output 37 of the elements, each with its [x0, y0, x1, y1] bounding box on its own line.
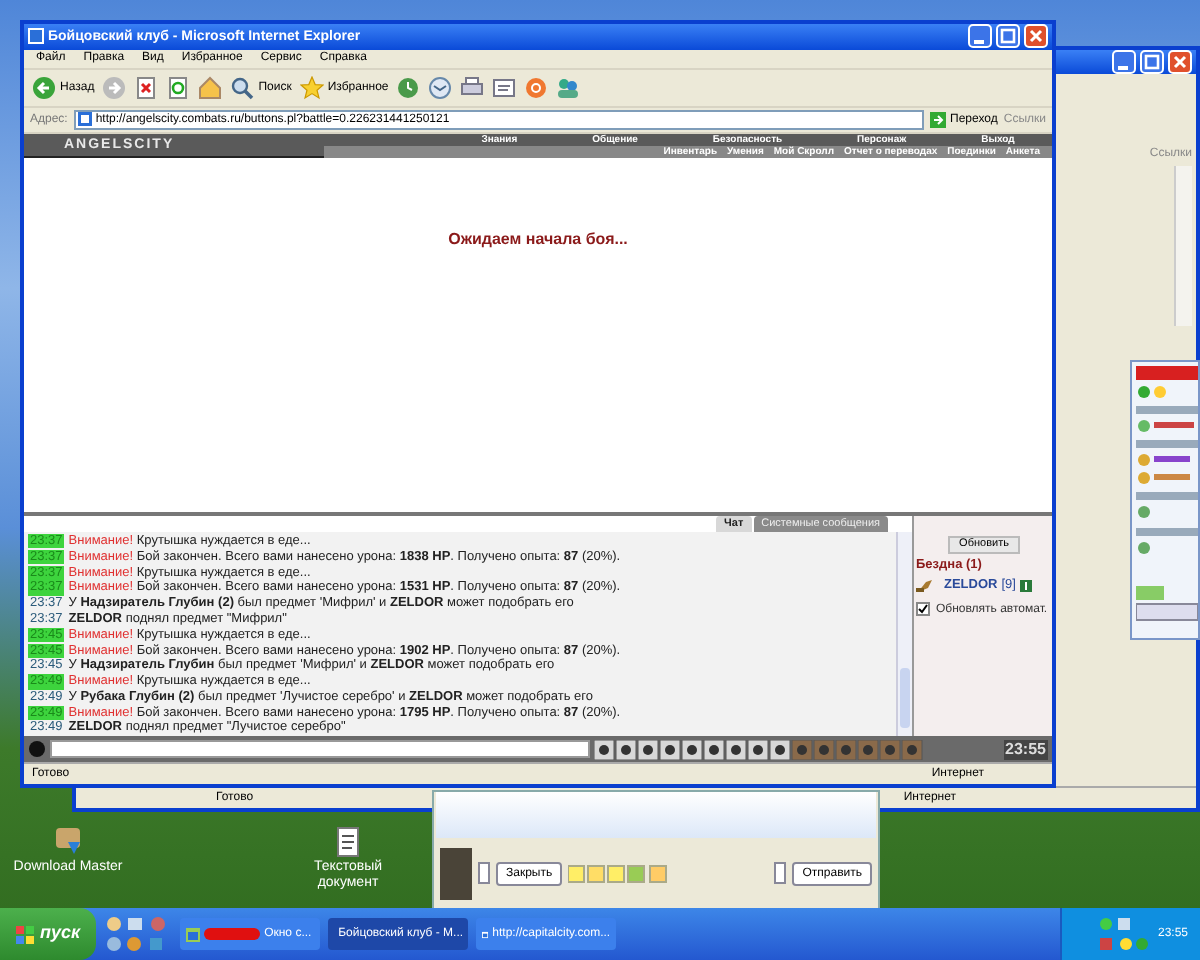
- battle-status-text: Ожидаем начала боя...: [448, 229, 628, 252]
- close-icon[interactable]: [1024, 24, 1048, 49]
- printer-icon[interactable]: [460, 75, 485, 100]
- stop-icon[interactable]: [134, 75, 159, 100]
- dropdown-button[interactable]: [774, 862, 787, 884]
- download-icon[interactable]: [52, 826, 84, 858]
- windows-logo-icon: [16, 925, 34, 943]
- close-icon[interactable]: [1168, 50, 1192, 74]
- window-icon: [186, 927, 201, 941]
- document-icon[interactable]: [332, 826, 364, 858]
- document-icon[interactable]: [492, 75, 517, 100]
- search-icon: [230, 75, 255, 100]
- back-icon: [32, 75, 56, 100]
- auto-refresh-checkbox[interactable]: [916, 602, 930, 617]
- photo-placeholder: [440, 847, 472, 899]
- window-icon: [482, 927, 489, 941]
- message-input[interactable]: [436, 792, 876, 838]
- check-icon: [918, 604, 928, 615]
- fighter-icon: [916, 577, 934, 594]
- people-icon[interactable]: [556, 75, 581, 100]
- browser-icon: [28, 28, 44, 45]
- maximize-icon[interactable]: [1140, 50, 1164, 74]
- dropdown-button[interactable]: [478, 862, 490, 884]
- chat-input[interactable]: [50, 740, 590, 759]
- star-icon: [299, 75, 324, 100]
- arrow-icon: [930, 111, 947, 128]
- clock-icon[interactable]: [396, 75, 421, 100]
- page-icon: [77, 112, 92, 127]
- formatting-icons-drawing: [568, 863, 669, 883]
- maximize-icon[interactable]: [996, 24, 1020, 49]
- tray-icons-drawing: [1097, 916, 1150, 952]
- minimize-icon[interactable]: [1112, 50, 1136, 74]
- refresh-icon[interactable]: [166, 75, 191, 100]
- info-icon[interactable]: [1019, 579, 1032, 592]
- minimize-icon[interactable]: [968, 24, 992, 49]
- redaction-mark-icon: [204, 928, 261, 940]
- game-clock: 23:55: [1003, 739, 1048, 760]
